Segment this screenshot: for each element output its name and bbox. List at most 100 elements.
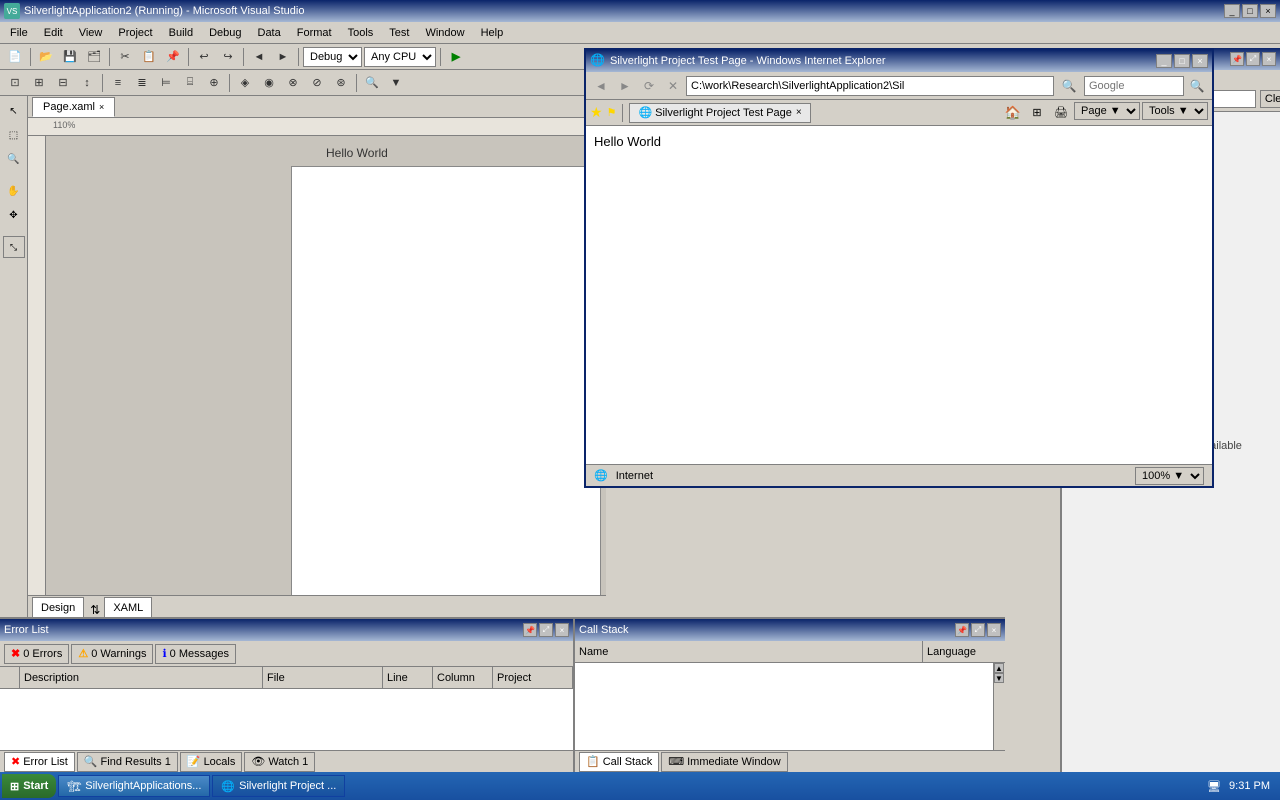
ie-print-button[interactable]: 🖨 <box>1050 102 1072 124</box>
undo-button[interactable]: ↩ <box>193 46 215 68</box>
immediate-window-tab[interactable]: ⌨ Immediate Window <box>661 752 787 772</box>
favorites-add-icon[interactable]: ⚑ <box>607 106 617 119</box>
ie-zoom-combo[interactable]: 100% ▼ <box>1135 467 1204 485</box>
menu-tools[interactable]: Tools <box>340 25 382 41</box>
ie-stop-button[interactable]: ✕ <box>662 75 684 97</box>
tool-resize[interactable]: ⤡ <box>3 236 25 258</box>
properties-float-button[interactable]: ⤢ <box>1246 52 1260 66</box>
cut-button[interactable]: ✂ <box>114 46 136 68</box>
ie-tools-dropdown[interactable]: Tools ▼ <box>1142 102 1208 120</box>
properties-pin-button[interactable]: 📌 <box>1230 52 1244 66</box>
callstack-scroll-up[interactable]: ▲ <box>994 663 1004 673</box>
tool-pan[interactable]: ✋ <box>3 180 25 202</box>
new-project-button[interactable]: 📄 <box>4 46 26 68</box>
eth-column-col[interactable]: Column <box>433 667 493 688</box>
ie-refresh-button[interactable]: ⟳ <box>638 75 660 97</box>
callstack-pin-button[interactable]: 📌 <box>955 623 969 637</box>
menu-debug[interactable]: Debug <box>201 25 249 41</box>
xaml-view-tab[interactable]: XAML <box>104 597 152 617</box>
tb2-btn1[interactable]: ⊡ <box>4 72 26 94</box>
close-button[interactable]: × <box>1260 4 1276 18</box>
tb2-btn6[interactable]: ≣ <box>131 72 153 94</box>
errors-filter-button[interactable]: ✖ 0 Errors <box>4 644 69 664</box>
tool-move[interactable]: ✥ <box>3 204 25 226</box>
design-tab-page-xaml[interactable]: Page.xaml × <box>32 97 115 117</box>
tb2-btn10[interactable]: ◈ <box>234 72 256 94</box>
platform-combo[interactable]: Any CPU <box>364 47 436 67</box>
ie-back-button[interactable]: ◄ <box>590 75 612 97</box>
tool-select[interactable]: ⬚ <box>3 124 25 146</box>
tb2-btn9[interactable]: ⊕ <box>203 72 225 94</box>
menu-window[interactable]: Window <box>417 25 472 41</box>
warnings-filter-button[interactable]: ⚠ 0 Warnings <box>71 644 153 664</box>
error-list-tab[interactable]: ✖ Error List <box>4 752 75 772</box>
vs-taskbar-button[interactable]: 🏗 SilverlightApplications... <box>58 775 210 797</box>
properties-close-button[interactable]: × <box>1262 52 1276 66</box>
tb2-btn3[interactable]: ⊟ <box>52 72 74 94</box>
locals-tab[interactable]: 📝 Locals <box>180 752 243 772</box>
menu-format[interactable]: Format <box>289 25 340 41</box>
swap-tabs-icon[interactable]: ⇅ <box>90 603 100 617</box>
menu-test[interactable]: Test <box>381 25 417 41</box>
menu-view[interactable]: View <box>71 25 111 41</box>
callstack-float-button[interactable]: ⤢ <box>971 623 985 637</box>
ie-page-dropdown[interactable]: Page ▼ <box>1074 102 1140 120</box>
eth-project-col[interactable]: Project <box>493 667 573 688</box>
maximize-button[interactable]: □ <box>1242 4 1258 18</box>
copy-button[interactable]: 📋 <box>138 46 160 68</box>
ie-feeds-button[interactable]: ⊞ <box>1026 102 1048 124</box>
nav-back-button[interactable]: ◄ <box>248 46 270 68</box>
tb2-btn7[interactable]: ⊨ <box>155 72 177 94</box>
menu-help[interactable]: Help <box>473 25 512 41</box>
redo-button[interactable]: ↪ <box>217 46 239 68</box>
save-all-button[interactable]: 🗂 <box>83 46 105 68</box>
ie-search-go-icon[interactable]: 🔍 <box>1186 75 1208 97</box>
error-list-pin-button[interactable]: 📌 <box>523 623 537 637</box>
tb2-btn11[interactable]: ◉ <box>258 72 280 94</box>
ie-tab-active[interactable]: 🌐 Silverlight Project Test Page × <box>629 103 810 123</box>
tb2-btn13[interactable]: ⊘ <box>306 72 328 94</box>
open-button[interactable]: 📂 <box>35 46 57 68</box>
ie-minimize-button[interactable]: _ <box>1156 54 1172 68</box>
eth-file-col[interactable]: File <box>263 667 383 688</box>
messages-filter-button[interactable]: ℹ 0 Messages <box>155 644 236 664</box>
tb2-btn4[interactable]: ↕ <box>76 72 98 94</box>
tb2-btn2[interactable]: ⊞ <box>28 72 50 94</box>
menu-project[interactable]: Project <box>110 25 160 41</box>
tb2-search-btn[interactable]: 🔍 <box>361 72 383 94</box>
callstack-scroll-down[interactable]: ▼ <box>994 673 1004 683</box>
favorites-star-icon[interactable]: ★ <box>590 104 603 121</box>
save-button[interactable]: 💾 <box>59 46 81 68</box>
tb2-dropdown-btn[interactable]: ▼ <box>385 72 407 94</box>
tb2-btn8[interactable]: ⌸ <box>179 72 201 94</box>
tool-pointer[interactable]: ↖ <box>3 100 25 122</box>
ie-home-button[interactable]: 🏠 <box>1002 102 1024 124</box>
tb2-btn12[interactable]: ⊗ <box>282 72 304 94</box>
ie-taskbar-button[interactable]: 🌐 Silverlight Project ... <box>212 775 345 797</box>
menu-edit[interactable]: Edit <box>36 25 71 41</box>
paste-button[interactable]: 📌 <box>162 46 184 68</box>
callstack-close-button[interactable]: × <box>987 623 1001 637</box>
ie-address-input[interactable] <box>686 76 1054 96</box>
find-results-tab[interactable]: 🔍 Find Results 1 <box>77 752 178 772</box>
nav-forward-button[interactable]: ► <box>272 46 294 68</box>
debug-config-combo[interactable]: Debug <box>303 47 362 67</box>
callstack-tab[interactable]: 📋 Call Stack <box>579 752 659 772</box>
menu-data[interactable]: Data <box>250 25 289 41</box>
ie-close-button[interactable]: × <box>1192 54 1208 68</box>
start-button[interactable]: ⊞ Start <box>2 774 56 798</box>
tb2-btn5[interactable]: ≡ <box>107 72 129 94</box>
tb2-btn14[interactable]: ⊛ <box>330 72 352 94</box>
tool-zoom[interactable]: 🔍 <box>3 148 25 170</box>
eth-line-col[interactable]: Line <box>383 667 433 688</box>
minimize-button[interactable]: _ <box>1224 4 1240 18</box>
ie-maximize-button[interactable]: □ <box>1174 54 1190 68</box>
callstack-scrollbar-v[interactable]: ▲ ▼ <box>993 663 1005 750</box>
error-list-float-button[interactable]: ⤢ <box>539 623 553 637</box>
menu-file[interactable]: File <box>2 25 36 41</box>
design-view-tab[interactable]: Design <box>32 597 84 617</box>
clear-search-button[interactable]: Clear <box>1260 90 1280 108</box>
ie-tab-close-button[interactable]: × <box>796 107 802 118</box>
error-list-close-button[interactable]: × <box>555 623 569 637</box>
callstack-lang-col[interactable]: Language <box>923 641 993 662</box>
